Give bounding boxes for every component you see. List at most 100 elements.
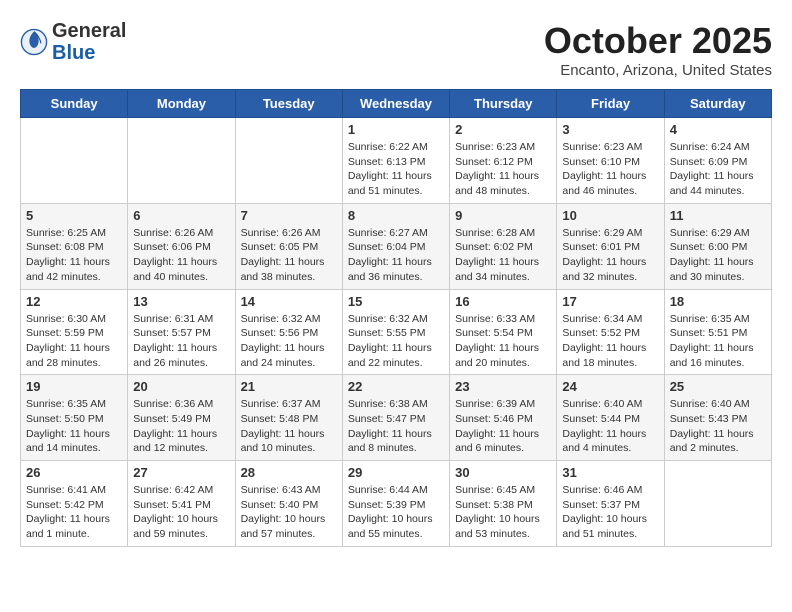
day-number: 24	[562, 379, 658, 394]
logo: General Blue	[20, 20, 126, 64]
calendar-cell: 4 Sunrise: 6:24 AM Sunset: 6:09 PM Daylig…	[664, 118, 771, 204]
day-info: Sunrise: 6:27 AM Sunset: 6:04 PM Dayligh…	[348, 226, 444, 285]
weekday-header: Wednesday	[342, 90, 449, 118]
weekday-header: Tuesday	[235, 90, 342, 118]
weekday-header: Monday	[128, 90, 235, 118]
calendar-cell: 2Sunrise: 6:23 AM Sunset: 6:12 PM Daylig…	[450, 118, 557, 204]
page-header: General Blue October 2025 Encanto, Arizo…	[20, 20, 772, 79]
weekday-header: Sunday	[21, 90, 128, 118]
day-info: Sunrise: 6:22 AM Sunset: 6:13 PM Dayligh…	[348, 140, 444, 199]
day-info: Sunrise: 6:25 AM Sunset: 6:08 PM Dayligh…	[26, 226, 122, 285]
calendar-cell: 24 Sunrise: 6:40 AM Sunset: 5:44 PM Dayli…	[557, 375, 664, 461]
day-number: 15	[348, 294, 444, 309]
day-number: 4	[670, 122, 766, 137]
day-info: Sunrise: 6:29 AM Sunset: 6:00 PM Dayligh…	[670, 226, 766, 285]
calendar-cell: 30Sunrise: 6:45 AM Sunset: 5:38 PM Dayli…	[450, 461, 557, 547]
day-number: 8	[348, 208, 444, 223]
calendar-cell	[21, 118, 128, 204]
day-info: Sunrise: 6:42 AM Sunset: 5:41 PM Dayligh…	[133, 483, 229, 542]
logo-text: General Blue	[52, 20, 126, 64]
weekday-header-row: SundayMondayTuesdayWednesdayThursdayFrid…	[21, 90, 772, 118]
calendar-cell	[128, 118, 235, 204]
day-info: Sunrise: 6:35 AM Sunset: 5:51 PM Dayligh…	[670, 312, 766, 371]
calendar-week-row: 1 Sunrise: 6:22 AM Sunset: 6:13 PM Daylig…	[21, 118, 772, 204]
day-info: Sunrise: 6:36 AM Sunset: 5:49 PM Dayligh…	[133, 397, 229, 456]
day-info: Sunrise: 6:32 AM Sunset: 5:55 PM Dayligh…	[348, 312, 444, 371]
calendar-cell: 29 Sunrise: 6:44 AM Sunset: 5:39 PM Dayli…	[342, 461, 449, 547]
day-number: 17	[562, 294, 658, 309]
day-info: Sunrise: 6:46 AM Sunset: 5:37 PM Dayligh…	[562, 483, 658, 542]
day-number: 16	[455, 294, 551, 309]
day-info: Sunrise: 6:35 AM Sunset: 5:50 PM Dayligh…	[26, 397, 122, 456]
calendar-week-row: 19 Sunrise: 6:35 AM Sunset: 5:50 PM Dayli…	[21, 375, 772, 461]
calendar-cell	[235, 118, 342, 204]
calendar-cell: 13Sunrise: 6:31 AM Sunset: 5:57 PM Dayli…	[128, 289, 235, 375]
title-block: October 2025 Encanto, Arizona, United St…	[544, 20, 772, 79]
calendar-week-row: 5 Sunrise: 6:25 AM Sunset: 6:08 PM Daylig…	[21, 203, 772, 289]
calendar-cell: 21 Sunrise: 6:37 AM Sunset: 5:48 PM Dayli…	[235, 375, 342, 461]
calendar-cell: 8 Sunrise: 6:27 AM Sunset: 6:04 PM Daylig…	[342, 203, 449, 289]
calendar-cell: 6 Sunrise: 6:26 AM Sunset: 6:06 PM Daylig…	[128, 203, 235, 289]
day-number: 25	[670, 379, 766, 394]
day-number: 23	[455, 379, 551, 394]
day-number: 9	[455, 208, 551, 223]
calendar-cell: 12 Sunrise: 6:30 AM Sunset: 5:59 PM Dayli…	[21, 289, 128, 375]
day-info: Sunrise: 6:26 AM Sunset: 6:06 PM Dayligh…	[133, 226, 229, 285]
calendar-cell: 25Sunrise: 6:40 AM Sunset: 5:43 PM Dayli…	[664, 375, 771, 461]
day-info: Sunrise: 6:43 AM Sunset: 5:40 PM Dayligh…	[241, 483, 337, 542]
day-number: 5	[26, 208, 122, 223]
day-info: Sunrise: 6:30 AM Sunset: 5:59 PM Dayligh…	[26, 312, 122, 371]
day-number: 29	[348, 465, 444, 480]
day-info: Sunrise: 6:23 AM Sunset: 6:12 PM Dayligh…	[455, 140, 551, 199]
day-number: 6	[133, 208, 229, 223]
day-info: Sunrise: 6:38 AM Sunset: 5:47 PM Dayligh…	[348, 397, 444, 456]
weekday-header: Thursday	[450, 90, 557, 118]
day-number: 13	[133, 294, 229, 309]
day-info: Sunrise: 6:44 AM Sunset: 5:39 PM Dayligh…	[348, 483, 444, 542]
day-info: Sunrise: 6:29 AM Sunset: 6:01 PM Dayligh…	[562, 226, 658, 285]
day-info: Sunrise: 6:40 AM Sunset: 5:44 PM Dayligh…	[562, 397, 658, 456]
calendar-cell: 15 Sunrise: 6:32 AM Sunset: 5:55 PM Dayli…	[342, 289, 449, 375]
calendar-cell: 17Sunrise: 6:34 AM Sunset: 5:52 PM Dayli…	[557, 289, 664, 375]
calendar-cell: 27Sunrise: 6:42 AM Sunset: 5:41 PM Dayli…	[128, 461, 235, 547]
calendar-cell: 11 Sunrise: 6:29 AM Sunset: 6:00 PM Dayli…	[664, 203, 771, 289]
day-number: 19	[26, 379, 122, 394]
location: Encanto, Arizona, United States	[544, 62, 772, 79]
calendar-table: SundayMondayTuesdayWednesdayThursdayFrid…	[20, 89, 772, 547]
day-number: 21	[241, 379, 337, 394]
day-number: 18	[670, 294, 766, 309]
day-number: 26	[26, 465, 122, 480]
day-number: 1	[348, 122, 444, 137]
day-info: Sunrise: 6:24 AM Sunset: 6:09 PM Dayligh…	[670, 140, 766, 199]
calendar-cell: 14Sunrise: 6:32 AM Sunset: 5:56 PM Dayli…	[235, 289, 342, 375]
calendar-cell: 16Sunrise: 6:33 AM Sunset: 5:54 PM Dayli…	[450, 289, 557, 375]
day-info: Sunrise: 6:26 AM Sunset: 6:05 PM Dayligh…	[241, 226, 337, 285]
day-info: Sunrise: 6:37 AM Sunset: 5:48 PM Dayligh…	[241, 397, 337, 456]
calendar-cell: 23 Sunrise: 6:39 AM Sunset: 5:46 PM Dayli…	[450, 375, 557, 461]
weekday-header: Friday	[557, 90, 664, 118]
calendar-cell: 10Sunrise: 6:29 AM Sunset: 6:01 PM Dayli…	[557, 203, 664, 289]
calendar-cell: 28 Sunrise: 6:43 AM Sunset: 5:40 PM Dayli…	[235, 461, 342, 547]
day-number: 14	[241, 294, 337, 309]
calendar-week-row: 12 Sunrise: 6:30 AM Sunset: 5:59 PM Dayli…	[21, 289, 772, 375]
month-title: October 2025	[544, 20, 772, 62]
calendar-cell: 1 Sunrise: 6:22 AM Sunset: 6:13 PM Daylig…	[342, 118, 449, 204]
day-number: 3	[562, 122, 658, 137]
calendar-cell: 26 Sunrise: 6:41 AM Sunset: 5:42 PM Dayli…	[21, 461, 128, 547]
day-number: 7	[241, 208, 337, 223]
day-number: 12	[26, 294, 122, 309]
calendar-cell: 22Sunrise: 6:38 AM Sunset: 5:47 PM Dayli…	[342, 375, 449, 461]
calendar-cell: 31Sunrise: 6:46 AM Sunset: 5:37 PM Dayli…	[557, 461, 664, 547]
day-info: Sunrise: 6:45 AM Sunset: 5:38 PM Dayligh…	[455, 483, 551, 542]
calendar-cell	[664, 461, 771, 547]
calendar-cell: 5 Sunrise: 6:25 AM Sunset: 6:08 PM Daylig…	[21, 203, 128, 289]
day-info: Sunrise: 6:28 AM Sunset: 6:02 PM Dayligh…	[455, 226, 551, 285]
day-info: Sunrise: 6:39 AM Sunset: 5:46 PM Dayligh…	[455, 397, 551, 456]
day-number: 28	[241, 465, 337, 480]
calendar-cell: 7 Sunrise: 6:26 AM Sunset: 6:05 PM Daylig…	[235, 203, 342, 289]
calendar-week-row: 26 Sunrise: 6:41 AM Sunset: 5:42 PM Dayli…	[21, 461, 772, 547]
day-number: 11	[670, 208, 766, 223]
calendar-cell: 3Sunrise: 6:23 AM Sunset: 6:10 PM Daylig…	[557, 118, 664, 204]
calendar-cell: 19 Sunrise: 6:35 AM Sunset: 5:50 PM Dayli…	[21, 375, 128, 461]
day-info: Sunrise: 6:41 AM Sunset: 5:42 PM Dayligh…	[26, 483, 122, 542]
